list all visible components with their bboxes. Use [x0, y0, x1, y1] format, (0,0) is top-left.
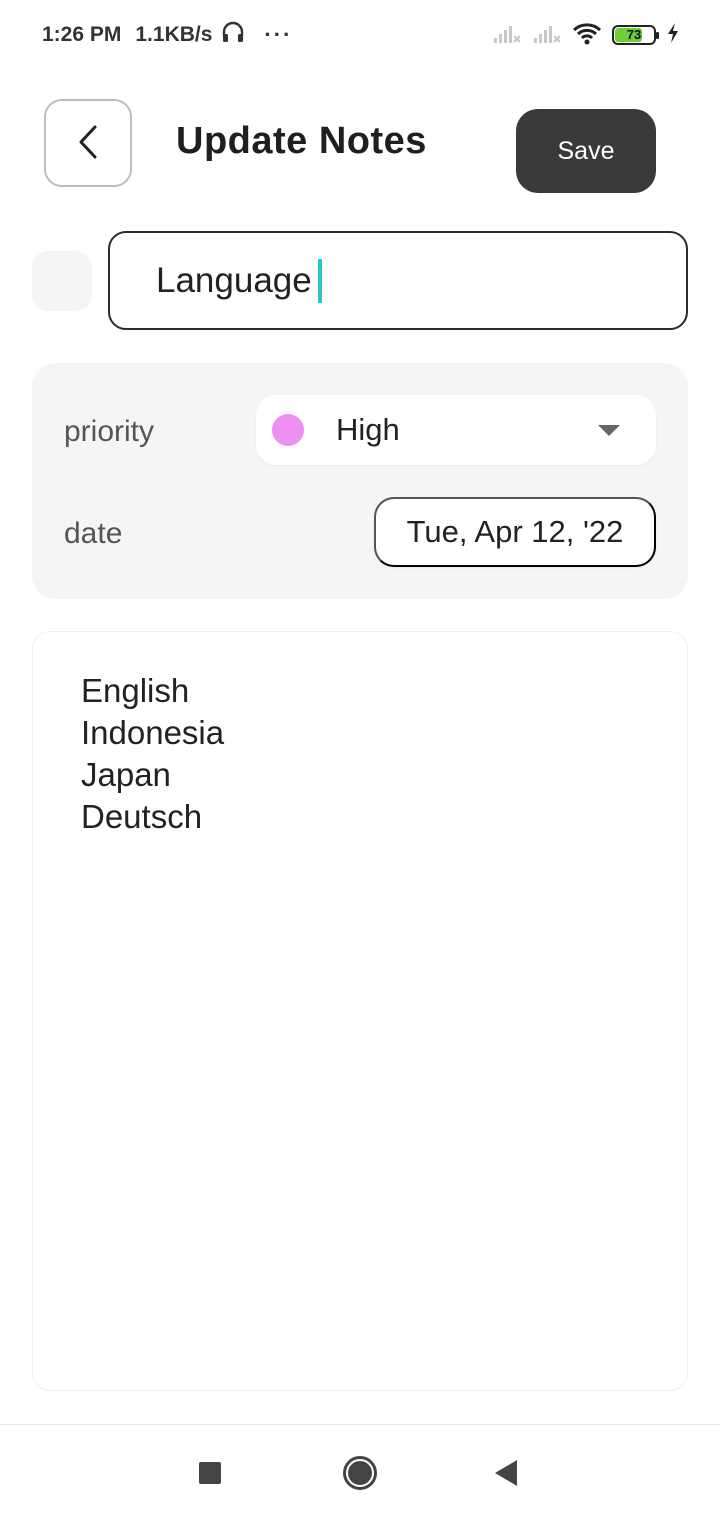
note-line: Indonesia: [81, 714, 225, 751]
recent-apps-icon: [199, 1462, 221, 1484]
dropdown-arrow-icon: [598, 424, 620, 436]
more-notifications-icon: ···: [264, 22, 293, 47]
save-button[interactable]: Save: [516, 109, 656, 193]
update-notes-screen: 1:26 PM 1.1KB/s ··· 73 Update Notes Save…: [0, 0, 720, 1520]
system-nav-bar: [0, 1424, 720, 1520]
note-line: Deutsch: [81, 798, 203, 835]
priority-value: High: [336, 412, 400, 447]
note-content-field[interactable]: English Indonesia Japan Deutsch: [32, 631, 688, 1391]
recent-apps-button[interactable]: [190, 1453, 230, 1493]
note-line: Japan: [81, 756, 171, 793]
status-bar: 1:26 PM 1.1KB/s ··· 73: [0, 0, 720, 70]
signal-no-service-icon: [532, 22, 562, 49]
note-title-text: Language: [156, 260, 312, 300]
home-icon: [343, 1456, 377, 1490]
status-right: 73: [492, 21, 680, 50]
status-left: 1:26 PM 1.1KB/s ···: [42, 19, 292, 51]
battery-icon: 73: [612, 25, 659, 45]
wifi-icon: [572, 21, 602, 50]
chevron-left-icon: [76, 124, 100, 163]
charging-bolt-icon: [666, 22, 680, 49]
system-back-button[interactable]: [486, 1453, 526, 1493]
note-color-picker[interactable]: [32, 251, 92, 311]
date-label: date: [64, 517, 123, 550]
signal-no-service-icon: [492, 22, 522, 49]
page-title: Update Notes: [176, 120, 427, 162]
note-settings-card: priority High date Tue, Apr 12, '22: [32, 363, 688, 599]
note-line: English: [81, 672, 190, 709]
priority-dropdown[interactable]: High: [256, 395, 656, 465]
network-speed: 1.1KB/s: [135, 23, 213, 46]
priority-color-dot: [272, 414, 304, 446]
priority-label: priority: [64, 415, 155, 448]
back-triangle-icon: [495, 1460, 517, 1486]
battery-level: 73: [626, 27, 642, 42]
home-button[interactable]: [340, 1453, 380, 1493]
headphones-icon: [220, 19, 246, 51]
status-time: 1:26 PM: [42, 23, 122, 46]
text-cursor: [317, 258, 322, 303]
back-button[interactable]: [44, 99, 132, 187]
note-title-input[interactable]: Language: [108, 231, 688, 330]
date-picker-button[interactable]: Tue, Apr 12, '22: [374, 497, 656, 567]
